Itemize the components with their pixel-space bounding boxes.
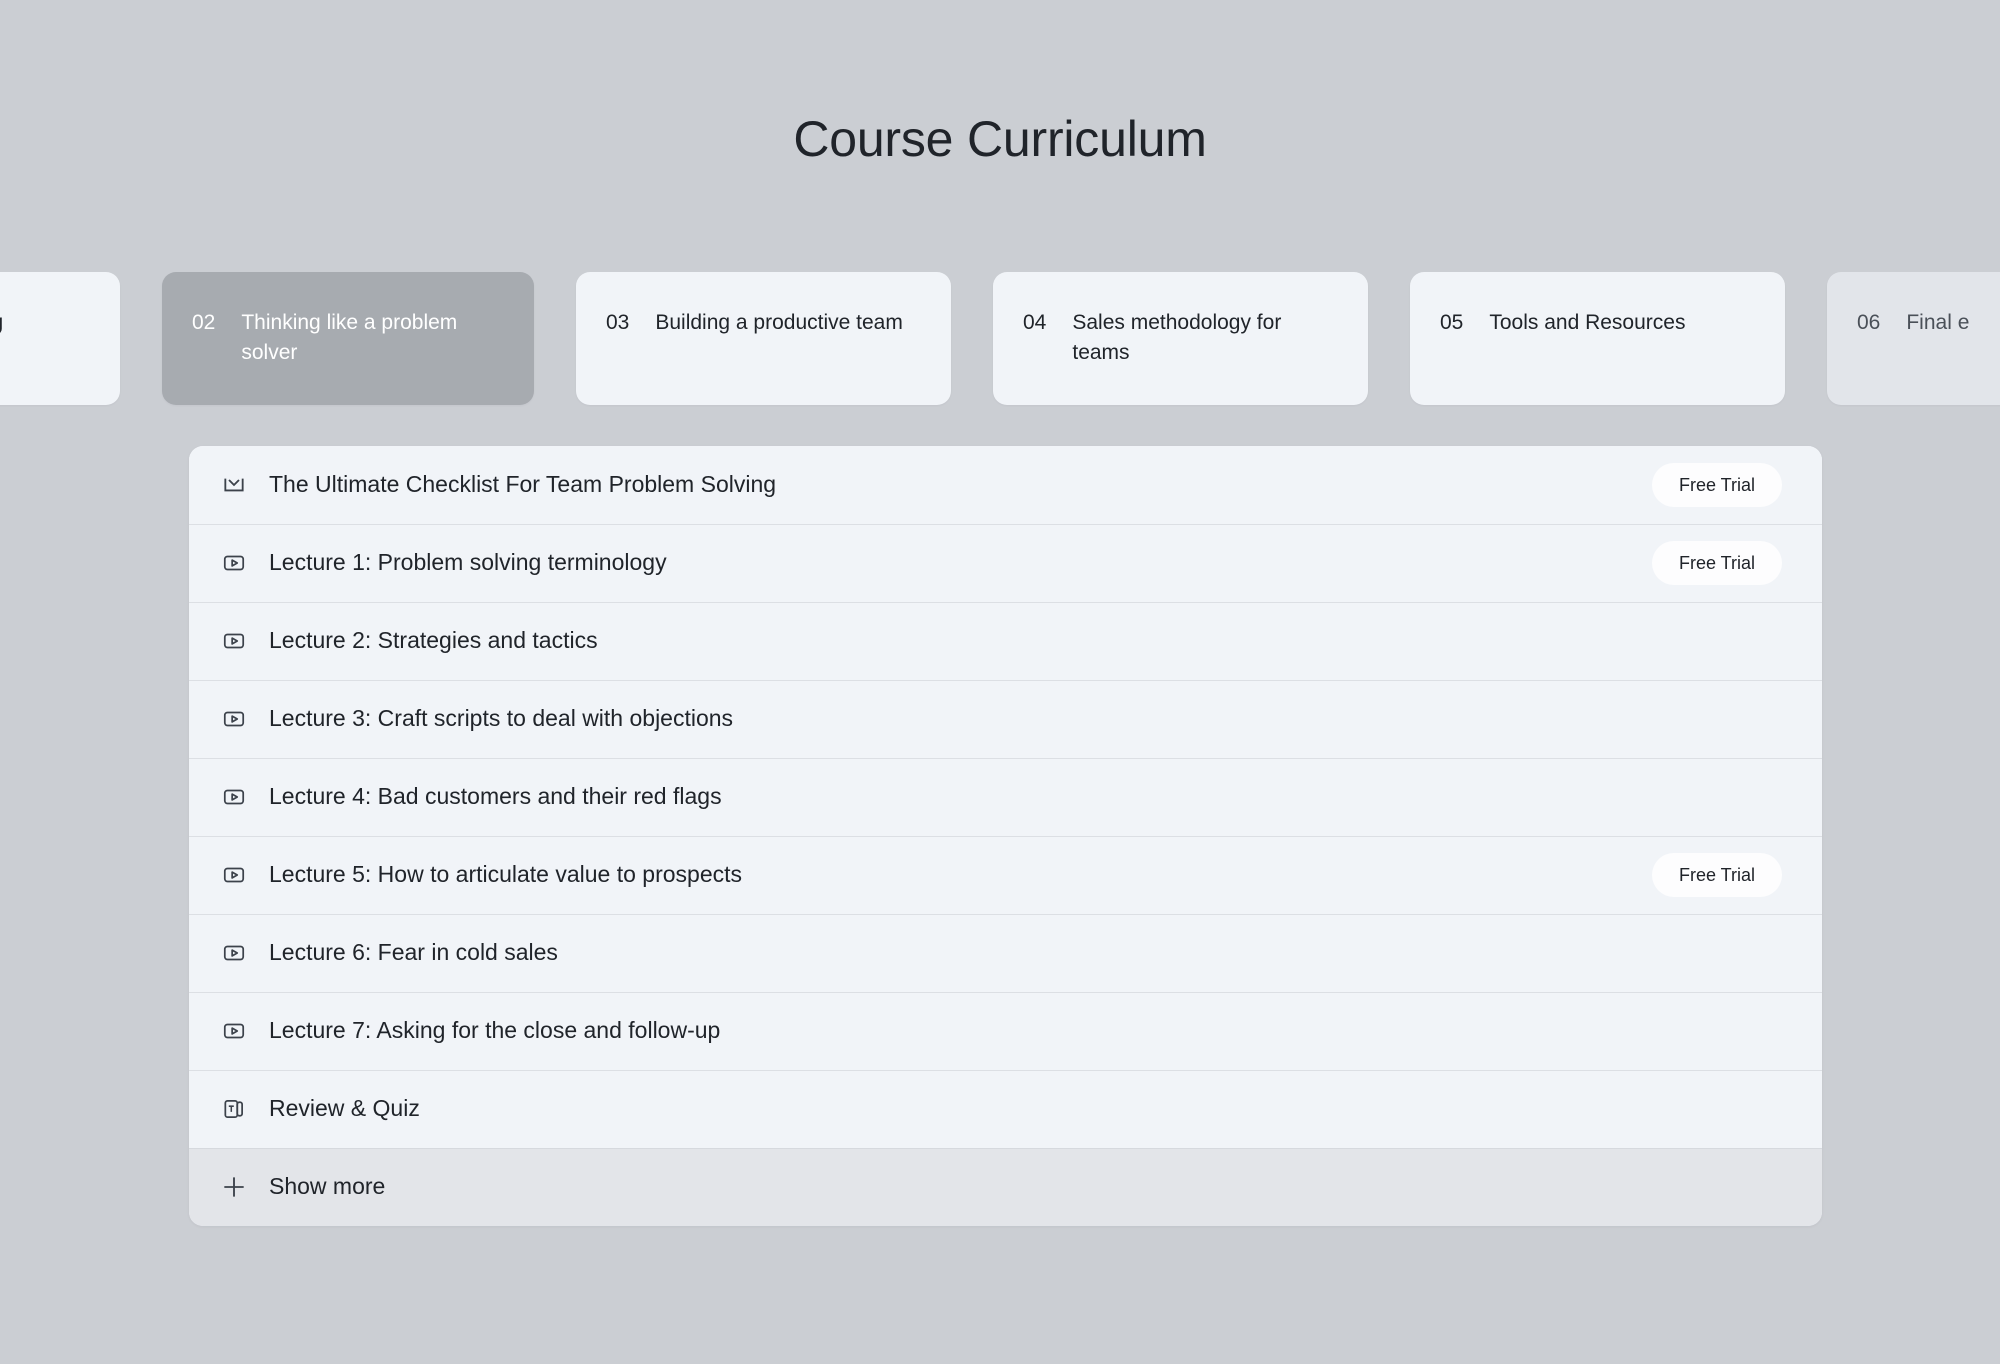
lesson-row[interactable]: Lecture 7: Asking for the close and foll… (189, 992, 1822, 1070)
tab-label: tening (0, 308, 3, 338)
lesson-row[interactable]: Lecture 2: Strategies and tactics (189, 602, 1822, 680)
status-badge: Free Trial (1651, 463, 1782, 507)
lesson-title: Lecture 1: Problem solving terminology (269, 549, 667, 576)
text-quiz-icon (217, 1092, 251, 1126)
lesson-list: The Ultimate Checklist For Team Problem … (189, 446, 1822, 1226)
lesson-row[interactable]: Lecture 3: Craft scripts to deal with ob… (189, 680, 1822, 758)
tab-chapter-01[interactable]: tening (0, 272, 120, 405)
video-play-icon (217, 546, 251, 580)
video-play-icon (217, 1014, 251, 1048)
lesson-title: Lecture 5: How to articulate value to pr… (269, 861, 743, 888)
lesson-row[interactable]: Lecture 5: How to articulate value to pr… (189, 836, 1822, 914)
tab-label: Building a productive team (655, 311, 903, 334)
lesson-title: Lecture 4: Bad customers and their red f… (269, 783, 722, 810)
curriculum-page: Course Curriculum tening 02 Thinking lik… (0, 0, 2000, 1364)
tab-chapter-02[interactable]: 02 Thinking like a problem solver (162, 272, 534, 405)
lesson-row[interactable]: Review & Quiz (189, 1070, 1822, 1148)
tab-chapter-04[interactable]: 04 Sales methodology for teams (993, 272, 1368, 405)
tab-chapter-05[interactable]: 05 Tools and Resources (1410, 272, 1785, 405)
video-play-icon (217, 858, 251, 892)
lesson-title: The Ultimate Checklist For Team Problem … (269, 471, 777, 498)
video-play-icon (217, 624, 251, 658)
page-title: Course Curriculum (793, 111, 1207, 167)
tab-label: Sales methodology for teams (1072, 311, 1282, 365)
lesson-row[interactable]: The Ultimate Checklist For Team Problem … (189, 446, 1822, 524)
tab-chapter-03[interactable]: 03 Building a productive team (576, 272, 951, 405)
lesson-row[interactable]: Lecture 6: Fear in cold sales (189, 914, 1822, 992)
lesson-title: Lecture 2: Strategies and tactics (269, 627, 598, 654)
tab-number: 02 (192, 311, 216, 334)
tab-label: Tools and Resources (1489, 311, 1686, 334)
tab-label: Final e (1906, 311, 1970, 334)
tab-number: 06 (1857, 311, 1881, 334)
tab-number: 04 (1023, 311, 1047, 334)
lesson-title: Lecture 6: Fear in cold sales (269, 939, 558, 966)
plus-icon (217, 1170, 251, 1204)
lesson-title: Lecture 7: Asking for the close and foll… (269, 1017, 721, 1044)
lesson-title: Review & Quiz (269, 1095, 420, 1122)
show-more-label: Show more (269, 1173, 386, 1200)
status-badge: Free Trial (1651, 853, 1782, 897)
video-play-icon (217, 702, 251, 736)
show-more-button[interactable]: Show more (189, 1148, 1822, 1226)
chapter-tab-strip[interactable]: tening 02 Thinking like a problem solver… (0, 272, 2000, 407)
download-icon (217, 468, 251, 502)
tab-number: 05 (1440, 311, 1464, 334)
tab-chapter-06[interactable]: 06 Final e (1827, 272, 2000, 405)
lesson-row[interactable]: Lecture 4: Bad customers and their red f… (189, 758, 1822, 836)
video-play-icon (217, 780, 251, 814)
tab-label: Thinking like a problem solver (241, 311, 458, 365)
status-badge: Free Trial (1651, 541, 1782, 585)
tab-number: 03 (606, 311, 630, 334)
video-play-icon (217, 936, 251, 970)
lesson-row[interactable]: Lecture 1: Problem solving terminology F… (189, 524, 1822, 602)
lesson-title: Lecture 3: Craft scripts to deal with ob… (269, 705, 734, 732)
